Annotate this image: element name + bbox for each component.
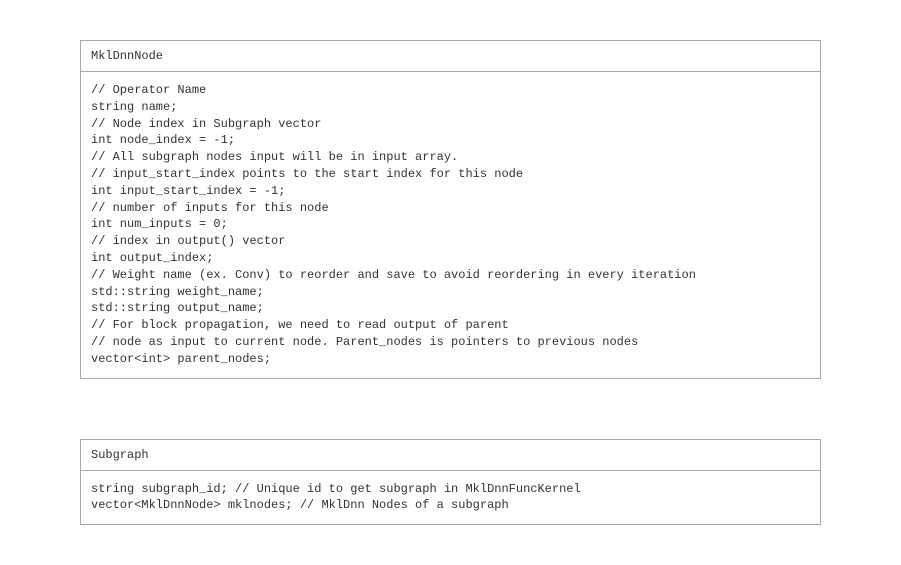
box-title: MklDnnNode	[81, 41, 820, 72]
box-body: // Operator Name string name; // Node in…	[81, 72, 820, 378]
code-box-subgraph: Subgraph string subgraph_id; // Unique i…	[80, 439, 821, 526]
box-body: string subgraph_id; // Unique id to get …	[81, 471, 820, 525]
box-title: Subgraph	[81, 440, 820, 471]
spacer	[80, 379, 821, 439]
code-box-mkldnnnode: MklDnnNode // Operator Name string name;…	[80, 40, 821, 379]
